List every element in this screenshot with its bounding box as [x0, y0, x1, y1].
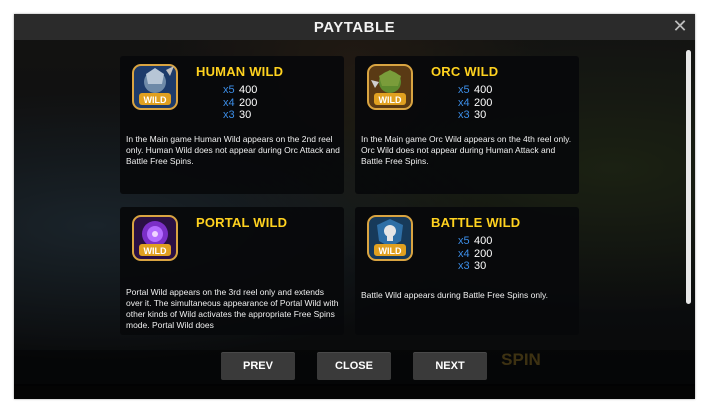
multiplier: x5 [223, 84, 235, 96]
multiplier: x4 [458, 96, 470, 109]
card-name: HUMAN WILD [196, 64, 284, 79]
payout: 200 [474, 96, 493, 109]
close-icon[interactable]: ✕ [671, 17, 689, 35]
next-button[interactable]: NEXT [413, 352, 487, 380]
paytable-card-human-wild: WILD HUMAN WILD x5 400 x4 200 x3 30 In the … [120, 56, 344, 194]
dialog-title: PAYTABLE [313, 18, 396, 36]
wild-badge-label: WILD [144, 246, 167, 256]
paytable-window: SPIN PAYTABLE ✕ WILD HUMAN WILD x5 400 x4… [14, 14, 695, 399]
wild-badge-label: WILD [379, 246, 402, 256]
multiplier: x3 [458, 109, 470, 121]
multiplier: x3 [223, 109, 235, 121]
multiplier: x4 [458, 247, 470, 260]
pay-row: x3 30 [458, 109, 492, 122]
multiplier: x3 [458, 260, 470, 272]
close-button[interactable]: CLOSE [317, 352, 391, 380]
paytable-card-orc-wild: WILD ORC WILD x5 400 x4 200 x3 30 In the Ma… [355, 56, 579, 194]
pay-table: x5 400 x4 200 x3 30 [458, 235, 492, 273]
multiplier: x5 [458, 84, 470, 96]
wild-badge-label: WILD [379, 95, 402, 105]
portal-wild-icon: WILD [132, 215, 178, 261]
payout: 400 [239, 84, 258, 96]
pay-row: x4 200 [458, 97, 492, 110]
pay-row: x5 400 [223, 84, 257, 97]
card-description: In the Main game Orc Wild appears on the… [361, 134, 572, 166]
payout: 400 [474, 84, 493, 96]
payout: 400 [474, 235, 493, 247]
pay-table: x5 400 x4 200 x3 30 [458, 84, 492, 122]
scrollbar[interactable] [686, 50, 691, 304]
multiplier: x4 [223, 96, 235, 109]
payout: 200 [474, 247, 493, 260]
paytable-card-portal-wild: WILD PORTAL WILD Portal Wild appears on … [120, 207, 344, 335]
paytable-card-battle-wild: WILD BATTLE WILD x5 400 x4 200 x3 30 Battle… [355, 207, 579, 335]
card-name: ORC WILD [431, 64, 499, 79]
orc-wild-icon: WILD [367, 64, 413, 110]
payout: 30 [239, 109, 252, 121]
pay-row: x3 30 [458, 260, 492, 273]
game-status-strip [14, 384, 695, 399]
pay-table: x5 400 x4 200 x3 30 [223, 84, 257, 122]
card-description: Battle Wild appears during Battle Free S… [361, 290, 548, 300]
pay-row: x5 400 [458, 84, 492, 97]
title-bar: PAYTABLE ✕ [14, 14, 695, 40]
human-wild-icon: WILD [132, 64, 178, 110]
payout: 200 [239, 96, 258, 109]
multiplier: x5 [458, 235, 470, 247]
payout: 30 [474, 109, 487, 121]
wild-badge-label: WILD [144, 95, 167, 105]
card-description: In the Main game Human Wild appears on t… [126, 134, 340, 166]
card-description: Portal Wild appears on the 3rd reel only… [126, 287, 339, 330]
battle-wild-icon: WILD [367, 215, 413, 261]
card-name: BATTLE WILD [431, 215, 521, 230]
card-name: PORTAL WILD [196, 215, 288, 230]
pay-row: x4 200 [458, 248, 492, 261]
prev-button[interactable]: PREV [221, 352, 295, 380]
pay-row: x5 400 [458, 235, 492, 248]
pay-row: x3 30 [223, 109, 257, 122]
pay-row: x4 200 [223, 97, 257, 110]
payout: 30 [474, 260, 487, 272]
